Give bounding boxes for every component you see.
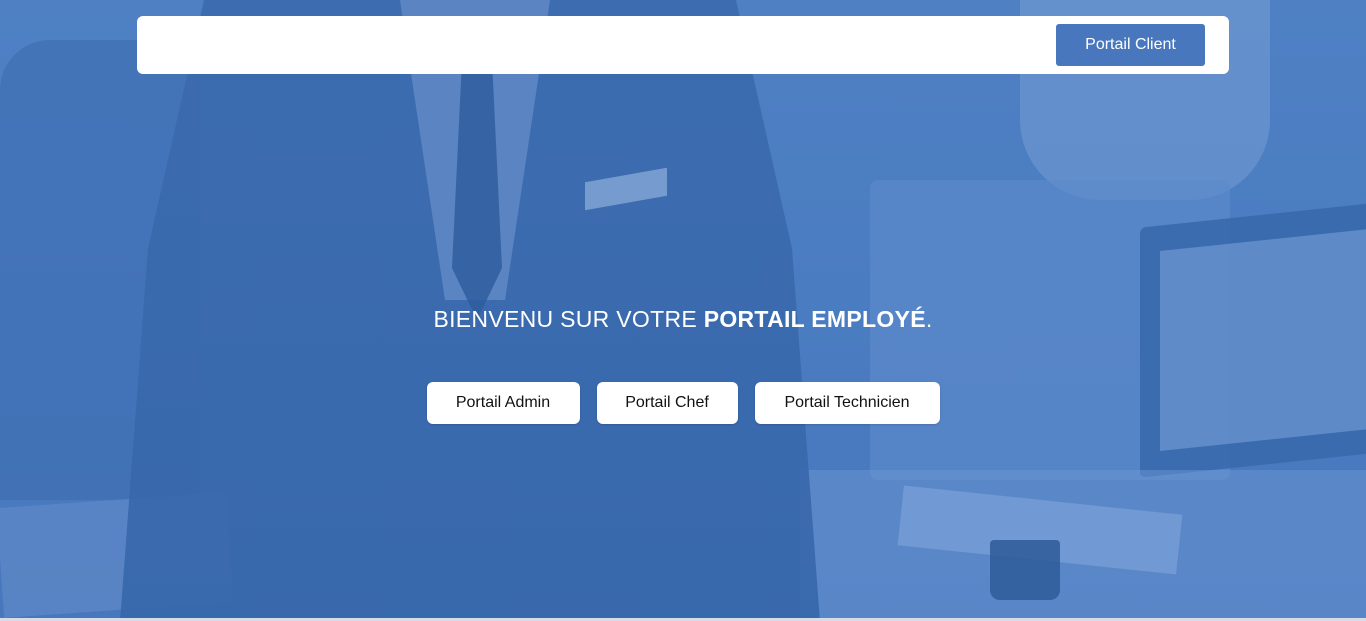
background-mug [990, 540, 1060, 600]
portail-technicien-button[interactable]: Portail Technicien [754, 382, 940, 424]
welcome-headline: BIENVENU SUR VOTRE PORTAIL EMPLOYÉ. [0, 306, 1366, 333]
portal-buttons-row: Portail Admin Portail Chef Portail Techn… [0, 382, 1366, 424]
headline-emphasis: PORTAIL EMPLOYÉ [703, 306, 926, 332]
portail-admin-button[interactable]: Portail Admin [426, 382, 580, 424]
headline-suffix: . [925, 306, 933, 332]
headline-prefix: BIENVENU SUR VOTRE [433, 306, 704, 332]
hero-section: Portail Client BIENVENU SUR VOTRE PORTAI… [0, 0, 1366, 621]
top-navbar: Portail Client [137, 16, 1229, 74]
portail-client-button[interactable]: Portail Client [1056, 24, 1205, 66]
portail-chef-button[interactable]: Portail Chef [596, 382, 738, 424]
